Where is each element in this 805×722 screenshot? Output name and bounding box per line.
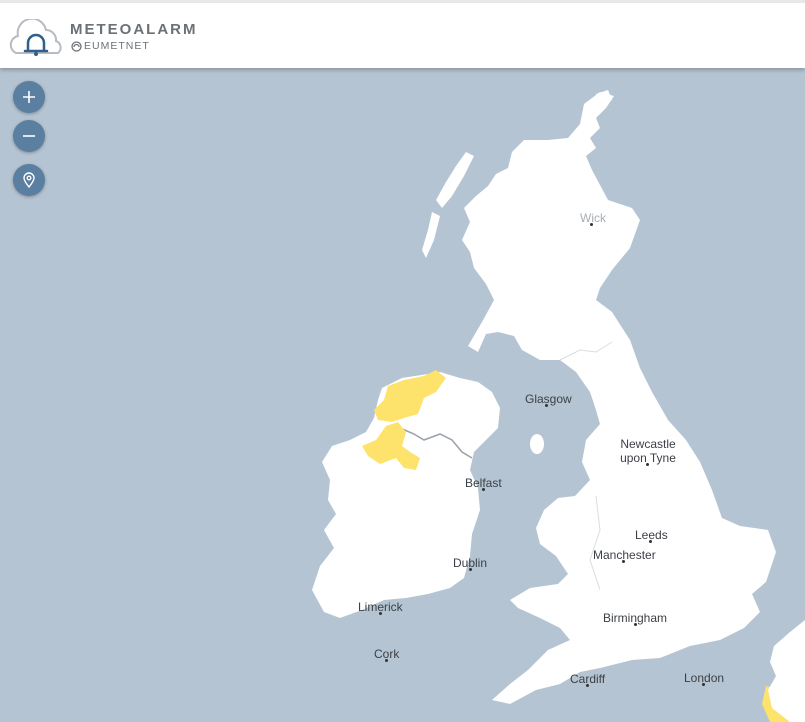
city-dot [590, 223, 593, 226]
city-dot [379, 612, 382, 615]
location-pin-icon [23, 172, 35, 188]
city-label: Wick [580, 211, 606, 225]
city-dot [646, 463, 649, 466]
city-dot [622, 560, 625, 563]
locate-button[interactable] [13, 164, 45, 196]
map-canvas[interactable]: Wick Glasgow Newcastle upon Tyne Belfast… [0, 68, 805, 722]
top-bar: METEOALARM EUMETNET [0, 0, 805, 68]
subbrand-label: EUMETNET [84, 40, 150, 52]
isle-of-man [530, 434, 544, 454]
zoom-out-button[interactable] [13, 120, 45, 152]
city-dot [482, 488, 485, 491]
brand-title: METEOALARM [70, 21, 198, 38]
cloud-bell-icon[interactable] [8, 19, 64, 57]
eumetnet-icon [71, 40, 82, 52]
city-dot [545, 404, 548, 407]
city-glasgow[interactable]: Glasgow [525, 392, 572, 406]
zoom-in-button[interactable] [13, 81, 45, 113]
minus-icon [23, 135, 35, 137]
city-dot [649, 540, 652, 543]
city-dot [702, 683, 705, 686]
plus-icon [23, 91, 35, 103]
map-svg [0, 68, 805, 722]
city-dot [586, 684, 589, 687]
city-dot [634, 623, 637, 626]
subbrand: EUMETNET [71, 40, 150, 52]
city-dot [469, 568, 472, 571]
city-newcastle[interactable]: Newcastle upon Tyne [617, 437, 679, 465]
city-dot [385, 659, 388, 662]
